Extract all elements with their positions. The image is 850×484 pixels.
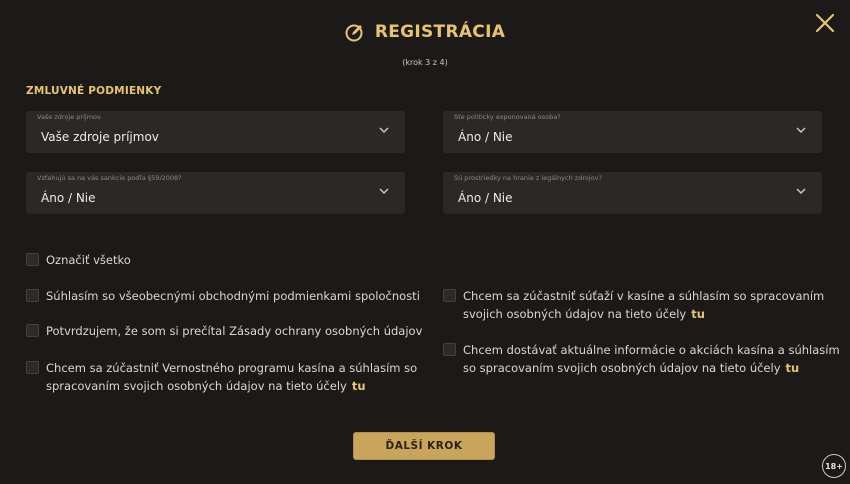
newsletter-label-line2: so spracovaním svojich osobných údajov n… bbox=[463, 361, 781, 375]
modal-header: REGISTRÁCIA bbox=[0, 22, 850, 42]
select-value: Áno / Nie bbox=[41, 191, 96, 205]
pep-select[interactable]: Ste politicky exponovaná osoba? Áno / Ni… bbox=[443, 111, 822, 153]
sanctions-select[interactable]: Vzťahujú sa na vás sankcie podľa §59/200… bbox=[26, 172, 405, 214]
select-all-checkbox[interactable] bbox=[26, 253, 39, 266]
select-value: Vaše zdroje príjmov bbox=[41, 130, 159, 144]
legal-funds-select[interactable]: Sú prostriedky na hranie z legálnych zdr… bbox=[443, 172, 822, 214]
competitions-row[interactable]: Chcem sa zúčastniť súťaží v kasíne a súh… bbox=[443, 287, 824, 323]
competitions-label: Chcem sa zúčastniť súťaží v kasíne a súh… bbox=[463, 287, 824, 323]
loyalty-label-line1: Chcem sa zúčastniť Vernostného programu … bbox=[46, 361, 418, 375]
loyalty-row[interactable]: Chcem sa zúčastniť Vernostného programu … bbox=[26, 359, 417, 395]
terms-checkbox[interactable] bbox=[26, 289, 39, 302]
select-label: Vaše zdroje príjmov bbox=[37, 113, 101, 121]
modal-title: REGISTRÁCIA bbox=[374, 22, 506, 42]
newsletter-link[interactable]: tu bbox=[786, 361, 800, 375]
terms-label: Súhlasím so všeobecnými obchodnými podmi… bbox=[46, 289, 420, 303]
newsletter-label: Chcem dostávať aktuálne informácie o akc… bbox=[463, 341, 840, 377]
chevron-down-icon bbox=[379, 127, 389, 134]
select-value: Áno / Nie bbox=[458, 130, 513, 144]
loyalty-label-line2: spracovaním svojich osobných údajov na t… bbox=[46, 379, 347, 393]
pencil-circle-icon bbox=[345, 24, 363, 42]
select-label: Vzťahujú sa na vás sankcie podľa §59/200… bbox=[37, 174, 182, 182]
competitions-checkbox[interactable] bbox=[443, 289, 456, 302]
select-value: Áno / Nie bbox=[458, 191, 513, 205]
newsletter-label-line1: Chcem dostávať aktuálne informácie o akc… bbox=[463, 343, 840, 357]
step-indicator: (krok 3 z 4) bbox=[402, 58, 448, 67]
income-source-select[interactable]: Vaše zdroje príjmov Vaše zdroje príjmov bbox=[26, 111, 405, 153]
newsletter-checkbox[interactable] bbox=[443, 343, 456, 356]
age-restriction-badge: 18+ bbox=[822, 454, 846, 478]
select-label: Ste politicky exponovaná osoba? bbox=[454, 113, 561, 121]
loyalty-label: Chcem sa zúčastniť Vernostného programu … bbox=[46, 359, 417, 395]
privacy-label: Potvrdzujem, že som si prečítal Zásady o… bbox=[46, 324, 423, 338]
competitions-label-line2: svojich osobných údajov na tieto účely bbox=[463, 307, 687, 321]
chevron-down-icon bbox=[379, 188, 389, 195]
select-all-label: Označiť všetko bbox=[46, 253, 131, 267]
newsletter-row[interactable]: Chcem dostávať aktuálne informácie o akc… bbox=[443, 341, 840, 377]
privacy-row[interactable]: Potvrdzujem, že som si prečítal Zásady o… bbox=[26, 322, 422, 340]
privacy-checkbox[interactable] bbox=[26, 324, 39, 337]
competitions-link[interactable]: tu bbox=[691, 307, 705, 321]
loyalty-checkbox[interactable] bbox=[26, 361, 39, 374]
select-all-row[interactable]: Označiť všetko bbox=[26, 251, 131, 269]
chevron-down-icon bbox=[796, 188, 806, 195]
loyalty-link[interactable]: tu bbox=[352, 379, 366, 393]
next-step-button[interactable]: ĎALŠÍ KROK bbox=[353, 432, 495, 460]
section-title: ZMLUVNÉ PODMIENKY bbox=[26, 85, 162, 97]
terms-row[interactable]: Súhlasím so všeobecnými obchodnými podmi… bbox=[26, 287, 420, 305]
competitions-label-line1: Chcem sa zúčastniť súťaží v kasíne a súh… bbox=[463, 289, 825, 303]
chevron-down-icon bbox=[796, 127, 806, 134]
select-label: Sú prostriedky na hranie z legálnych zdr… bbox=[454, 174, 602, 182]
